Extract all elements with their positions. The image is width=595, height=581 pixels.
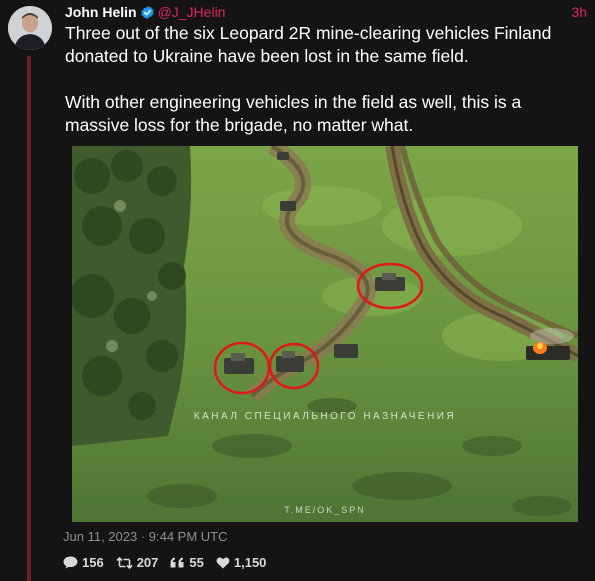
author-name[interactable]: John Helin: [65, 4, 137, 20]
quote-button[interactable]: 55: [170, 555, 204, 570]
avatar[interactable]: [8, 6, 52, 50]
like-icon: [216, 557, 230, 569]
retweet-icon: [116, 556, 133, 569]
retweet-button[interactable]: 207: [116, 555, 159, 570]
reply-count: 156: [82, 555, 104, 570]
reply-button[interactable]: 156: [63, 555, 104, 570]
tweet-paragraph: Three out of the six Leopard 2R mine-cle…: [65, 23, 552, 66]
timestamp-link[interactable]: 3h: [571, 3, 587, 21]
image-watermark-top: КАНАЛ СПЕЦИАЛЬНОГО НАЗНАЧЕНИЯ: [194, 411, 456, 422]
tweet-paragraph: With other engineering vehicles in the f…: [65, 92, 522, 135]
tweet-image[interactable]: КАНАЛ СПЕЦИАЛЬНОГО НАЗНАЧЕНИЯ T.ME/OK_SP…: [72, 146, 578, 522]
like-count: 1,150: [233, 555, 267, 570]
tweet-header: John Helin @J_JHelin 3h: [65, 3, 587, 21]
like-button[interactable]: 1,150: [216, 555, 267, 570]
tweet-text: Three out of the six Leopard 2R mine-cle…: [65, 22, 585, 137]
image-watermark-bottom: T.ME/OK_SPN: [284, 505, 366, 515]
retweet-count: 207: [136, 555, 159, 570]
post-date[interactable]: Jun 11, 2023 · 9:44 PM UTC: [63, 529, 228, 544]
thread-line: [27, 56, 31, 581]
quote-icon: [170, 557, 185, 568]
reply-icon: [63, 556, 78, 569]
tweet-actions: 156 207 55 1,150: [63, 555, 266, 570]
quote-count: 55: [189, 555, 204, 570]
author-handle[interactable]: @J_JHelin: [158, 4, 226, 20]
